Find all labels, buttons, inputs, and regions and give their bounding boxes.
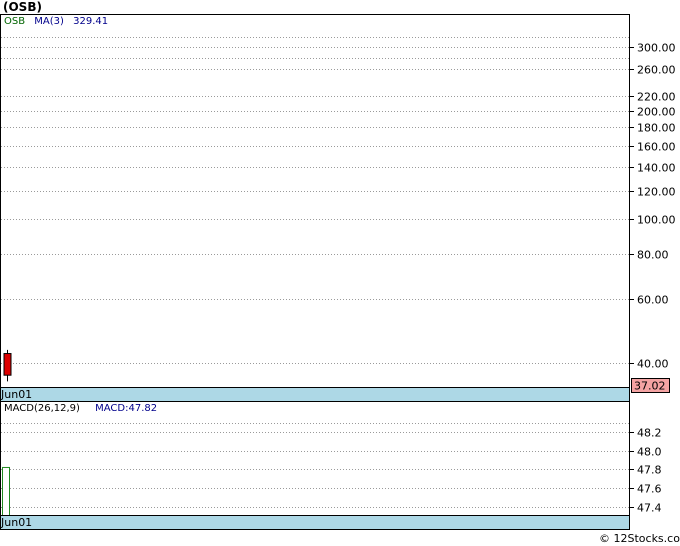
price-legend: OSB MA(3) 329.41 [4, 16, 108, 27]
chart-title: (OSB) [3, 0, 42, 14]
macd-legend-label: MACD(26,12,9) [4, 403, 80, 414]
y-tick-label: 260.00 [637, 64, 676, 77]
price-date-strip [0, 387, 630, 402]
price-y-axis: 40.00 60.00 80.00 100.00 120.00 140.00 160.00 1… [630, 42, 676, 371]
macd-date-label: Jun01 [0, 516, 32, 529]
y-tick-label: 180.00 [637, 122, 676, 135]
y-tick-label: 140.00 [637, 162, 676, 175]
macd-legend: MACD(26,12,9) MACD:47.82 [4, 403, 157, 414]
candle [3, 353, 12, 376]
macd-legend-value: MACD:47.82 [95, 403, 157, 414]
y-tick-label: 160.00 [637, 141, 676, 154]
stock-chart: (OSB) 40.00 60.00 80.00 100.00 120.00 140.00 1… [0, 0, 680, 545]
y-tick-label: 300.00 [637, 42, 676, 55]
watermark: © 12Stocks.com [599, 532, 680, 545]
y-tick-label: 80.00 [637, 249, 669, 262]
y-tick-label: 200.00 [637, 106, 676, 119]
y-tick-label: 100.00 [637, 214, 676, 227]
macd-date-strip [0, 515, 630, 530]
macd-y-tick-label: 47.4 [637, 502, 662, 515]
macd-bars [2, 466, 10, 517]
y-tick-label: 60.00 [637, 294, 669, 307]
price-panel [0, 14, 630, 388]
y-tick-label: 220.00 [637, 91, 676, 104]
legend-ma-value: 329.41 [73, 16, 108, 27]
macd-y-axis: 47.4 47.6 47.8 48.0 48.2 [630, 427, 662, 515]
price-date-label: Jun01 [0, 388, 32, 401]
legend-ticker-label: OSB [4, 16, 25, 27]
macd-y-tick-label: 48.2 [637, 427, 662, 440]
macd-y-tick-label: 47.8 [637, 464, 662, 477]
macd-bar [2, 466, 10, 517]
legend-ma-label: MA(3) [34, 16, 64, 27]
y-tick-label: 120.00 [637, 186, 676, 199]
macd-y-tick-label: 47.6 [637, 483, 662, 496]
y-tick-label: 40.00 [637, 358, 669, 371]
macd-panel [0, 401, 630, 516]
macd-y-tick-label: 48.0 [637, 446, 662, 459]
last-price-label: 37.02 [634, 380, 666, 393]
